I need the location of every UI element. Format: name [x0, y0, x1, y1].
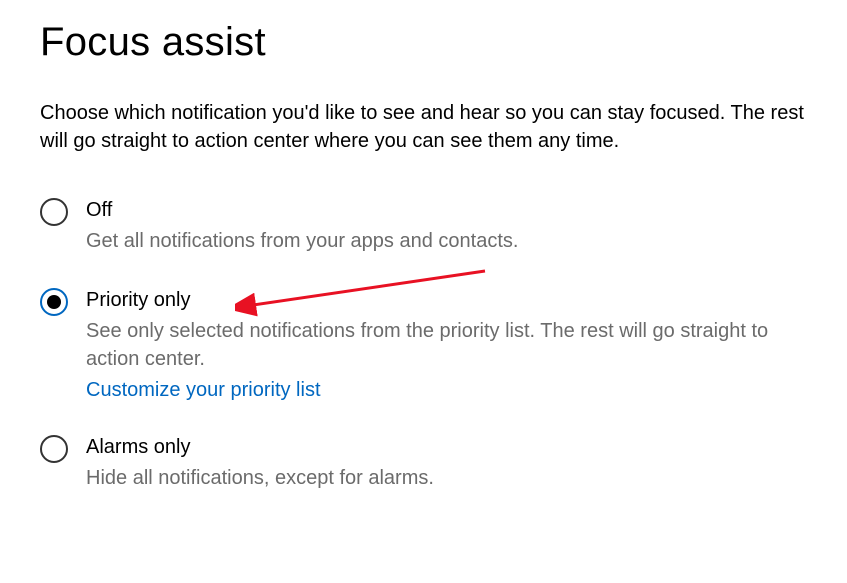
option-desc-off: Get all notifications from your apps and…	[86, 227, 817, 255]
option-desc-alarms: Hide all notifications, except for alarm…	[86, 464, 817, 492]
option-desc-priority: See only selected notifications from the…	[86, 317, 817, 373]
page-title: Focus assist	[40, 20, 817, 65]
radio-button-off[interactable]	[40, 198, 68, 226]
option-label-alarms: Alarms only	[86, 434, 817, 460]
option-content-alarms: Alarms only Hide all notifications, exce…	[86, 434, 817, 492]
focus-assist-radio-group: Off Get all notifications from your apps…	[40, 197, 817, 492]
option-content-priority: Priority only See only selected notifica…	[86, 287, 817, 402]
radio-dot-icon	[47, 295, 61, 309]
radio-button-alarms[interactable]	[40, 435, 68, 463]
option-content-off: Off Get all notifications from your apps…	[86, 197, 817, 255]
radio-option-alarms[interactable]: Alarms only Hide all notifications, exce…	[40, 434, 817, 492]
intro-text: Choose which notification you'd like to …	[40, 99, 817, 155]
option-label-off: Off	[86, 197, 817, 223]
radio-option-priority[interactable]: Priority only See only selected notifica…	[40, 287, 817, 402]
radio-option-off[interactable]: Off Get all notifications from your apps…	[40, 197, 817, 255]
customize-priority-link[interactable]: Customize your priority list	[86, 379, 321, 402]
option-label-priority: Priority only	[86, 287, 817, 313]
radio-button-priority[interactable]	[40, 288, 68, 316]
